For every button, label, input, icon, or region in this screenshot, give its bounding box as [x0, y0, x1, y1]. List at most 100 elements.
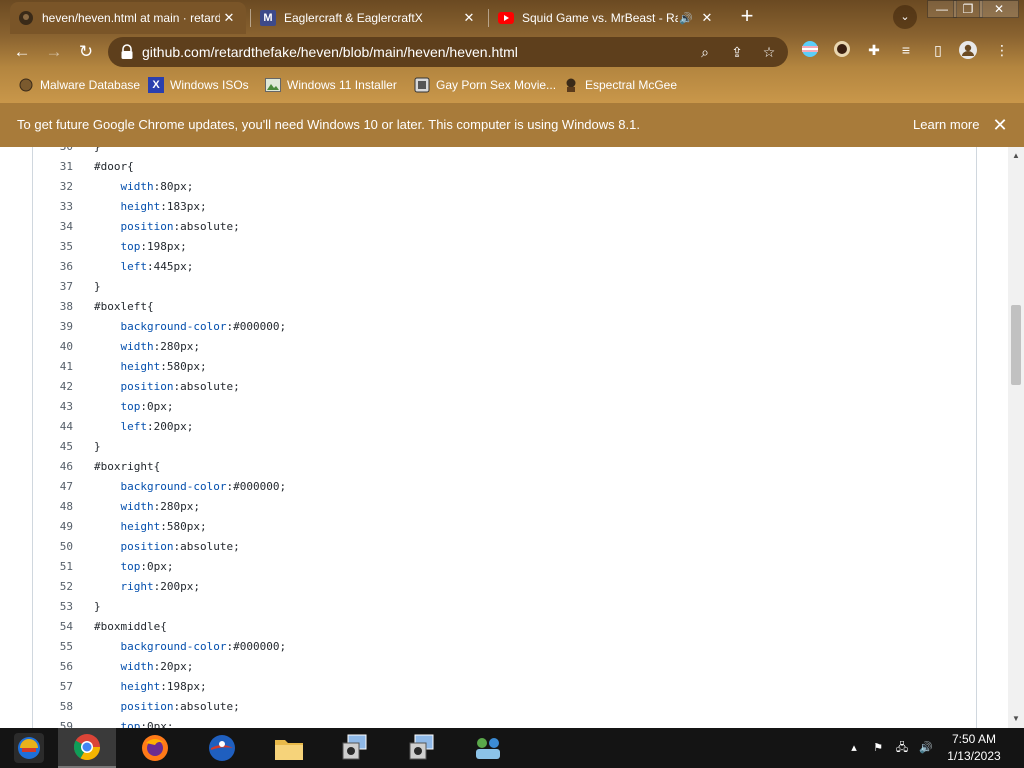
- code-line: 44 left:200px;: [33, 417, 977, 437]
- url-text[interactable]: github.com/retardthefake/heven/blob/main…: [142, 37, 518, 67]
- line-number[interactable]: 34: [33, 217, 73, 237]
- profile-avatar-icon[interactable]: [958, 40, 978, 60]
- tab-eaglercraft[interactable]: M Eaglercraft & EaglercraftX ✕: [252, 2, 486, 34]
- vertical-scrollbar[interactable]: ▲ ▼: [1008, 147, 1024, 728]
- share-icon[interactable]: ⇪: [728, 43, 746, 61]
- line-number[interactable]: 54: [33, 617, 73, 637]
- line-number[interactable]: 57: [33, 677, 73, 697]
- bookmark-windows-11-installer[interactable]: Windows 11 Installer: [265, 74, 397, 96]
- browser-frame: heven/heven.html at main · retard ✕ M Ea…: [0, 0, 1024, 103]
- line-number[interactable]: 32: [33, 177, 73, 197]
- code-line: 45}: [33, 437, 977, 457]
- menu-kebab-icon[interactable]: ⋮: [992, 40, 1012, 60]
- line-number[interactable]: 36: [33, 257, 73, 277]
- line-number[interactable]: 38: [33, 297, 73, 317]
- line-number[interactable]: 58: [33, 697, 73, 717]
- volume-icon[interactable]: 🔊: [918, 740, 934, 756]
- taskbar-globe-app[interactable]: [193, 728, 251, 768]
- star-icon[interactable]: ☆: [760, 43, 778, 61]
- extensions-puzzle-icon[interactable]: ✚: [864, 40, 884, 60]
- image-icon: [265, 77, 281, 93]
- line-number[interactable]: 59: [33, 717, 73, 728]
- code-text: top:0px;: [120, 400, 174, 413]
- bookmark-site[interactable]: Gay Porn Sex Movie...: [414, 74, 556, 96]
- bookmark-malware-database[interactable]: Malware Database: [18, 74, 140, 96]
- line-number[interactable]: 55: [33, 637, 73, 657]
- audio-playing-icon[interactable]: 🔊: [678, 12, 694, 25]
- close-window-button[interactable]: ✕: [979, 0, 1019, 18]
- bookmark-windows-isos[interactable]: X Windows ISOs: [148, 74, 249, 96]
- code-text: }: [94, 147, 101, 157]
- line-number[interactable]: 47: [33, 477, 73, 497]
- m-icon: M: [260, 10, 276, 26]
- bookmark-espectral-mcgee[interactable]: Espectral McGee: [563, 74, 677, 96]
- new-tab-button[interactable]: +: [733, 5, 761, 29]
- line-number[interactable]: 37: [33, 277, 73, 297]
- search-icon[interactable]: ⌕: [696, 43, 714, 61]
- line-number[interactable]: 33: [33, 197, 73, 217]
- tab-close-icon[interactable]: ✕: [698, 10, 716, 26]
- media-control-icon[interactable]: ≡: [896, 40, 916, 60]
- flag-extension-icon[interactable]: [800, 40, 820, 60]
- network-icon[interactable]: 🖧: [894, 740, 910, 756]
- code-text: background-color:#000000;: [120, 320, 287, 333]
- code-text: #door{: [94, 160, 134, 173]
- line-number[interactable]: 42: [33, 377, 73, 397]
- line-number[interactable]: 52: [33, 577, 73, 597]
- line-number[interactable]: 49: [33, 517, 73, 537]
- tab-divider: [250, 9, 251, 27]
- scroll-down-icon[interactable]: ▼: [1012, 714, 1020, 723]
- taskbar-firefox[interactable]: [126, 728, 184, 768]
- forward-button[interactable]: →: [42, 40, 66, 64]
- learn-more-link[interactable]: Learn more: [913, 103, 979, 147]
- lock-icon[interactable]: [120, 44, 134, 60]
- line-number[interactable]: 41: [33, 357, 73, 377]
- line-number[interactable]: 51: [33, 557, 73, 577]
- line-number[interactable]: 39: [33, 317, 73, 337]
- code-line: 40 width:280px;: [33, 337, 977, 357]
- back-button[interactable]: ←: [10, 40, 34, 64]
- scrollbar-thumb[interactable]: [1011, 305, 1021, 385]
- code-text: top:0px;: [120, 720, 174, 728]
- address-bar[interactable]: github.com/retardthefake/heven/blob/main…: [108, 37, 788, 67]
- bookmark-label: Windows 11 Installer: [287, 78, 397, 92]
- tab-squid-game[interactable]: Squid Game vs. MrBeast - Rap 🔊 ✕: [490, 2, 724, 34]
- line-number[interactable]: 35: [33, 237, 73, 257]
- line-number[interactable]: 45: [33, 437, 73, 457]
- tab-search-icon[interactable]: ⌄: [893, 5, 917, 29]
- taskbar-file-explorer[interactable]: [260, 728, 318, 768]
- line-number[interactable]: 46: [33, 457, 73, 477]
- chrome-icon: [73, 734, 101, 761]
- scroll-up-icon[interactable]: ▲: [1012, 151, 1020, 160]
- bookmark-label: Malware Database: [40, 78, 141, 92]
- taskbar-chrome[interactable]: [58, 728, 116, 768]
- tab-title: heven/heven.html at main · retard: [42, 11, 220, 25]
- code-line: 47 background-color:#000000;: [33, 477, 977, 497]
- tab-close-icon[interactable]: ✕: [220, 10, 238, 26]
- taskbar-network-app[interactable]: [459, 728, 517, 768]
- infobar-close-icon[interactable]: ✕: [990, 115, 1010, 135]
- action-center-flag-icon[interactable]: ⚑: [870, 740, 886, 756]
- side-panel-icon[interactable]: ▯: [928, 40, 948, 60]
- code-text: }: [94, 600, 101, 613]
- taskbar-remote-app-1[interactable]: [326, 728, 384, 768]
- line-number[interactable]: 43: [33, 397, 73, 417]
- show-hidden-icons-icon[interactable]: ▴: [846, 740, 862, 756]
- avatar-extension-icon[interactable]: [832, 40, 852, 60]
- line-number[interactable]: 56: [33, 657, 73, 677]
- line-number[interactable]: 30: [33, 147, 73, 157]
- line-number[interactable]: 31: [33, 157, 73, 177]
- line-number[interactable]: 53: [33, 597, 73, 617]
- line-number[interactable]: 50: [33, 537, 73, 557]
- start-button[interactable]: [0, 728, 58, 768]
- line-number[interactable]: 40: [33, 337, 73, 357]
- tab-close-icon[interactable]: ✕: [460, 10, 478, 26]
- line-number[interactable]: 44: [33, 417, 73, 437]
- tab-heven[interactable]: heven/heven.html at main · retard ✕: [10, 2, 246, 34]
- taskbar-remote-app-2[interactable]: [393, 728, 451, 768]
- reload-button[interactable]: ↻: [74, 40, 98, 64]
- system-clock[interactable]: 7:50 AM 1/13/2023: [936, 731, 1012, 765]
- code-line: 58 position:absolute;: [33, 697, 977, 717]
- youtube-icon: [498, 10, 514, 26]
- line-number[interactable]: 48: [33, 497, 73, 517]
